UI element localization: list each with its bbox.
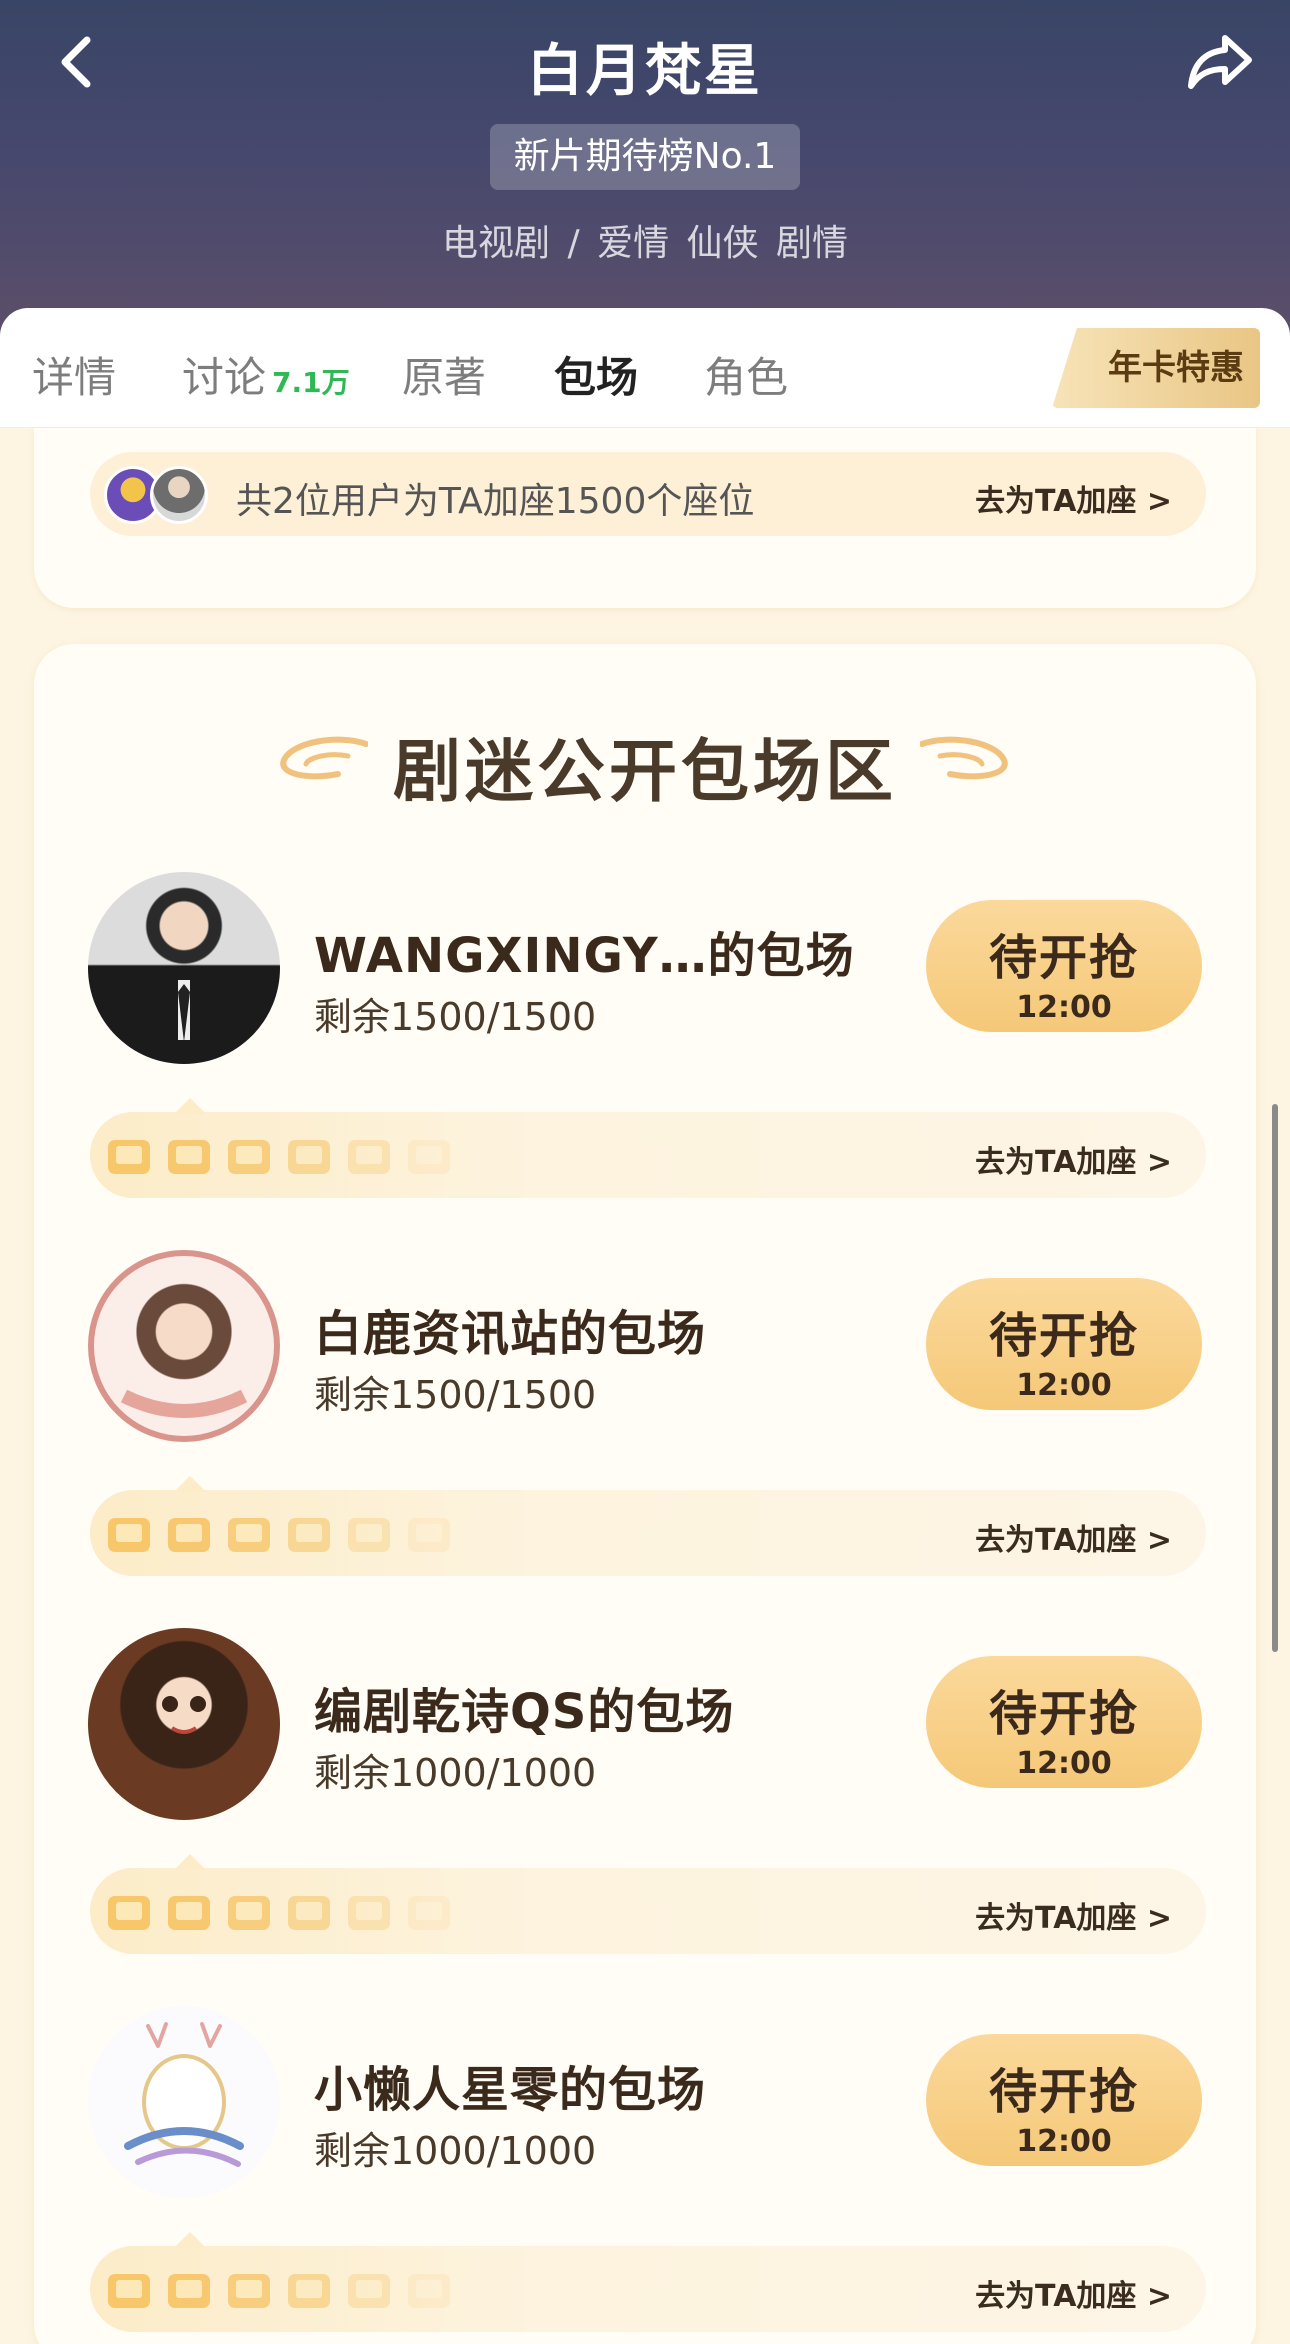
grab-button[interactable]: 待开抢 12:00 (926, 1278, 1202, 1410)
grab-button[interactable]: 待开抢 12:00 (926, 2034, 1202, 2166)
grab-button-time: 12:00 (1016, 1746, 1112, 1781)
avatar[interactable] (88, 1250, 280, 1442)
seat-icon (108, 1140, 150, 1174)
avatar[interactable] (88, 2006, 280, 2198)
seat-bar[interactable]: 去为TA加座 > (90, 1098, 1206, 1198)
seat-bar-pointer (174, 2232, 206, 2248)
seat-bar-pointer (174, 1476, 206, 1492)
booking-item: 编剧乾诗QS的包场 剩余1000/1000 待开抢 12:00 去为TA加座 > (0, 1628, 1290, 2008)
add-seat-link[interactable]: 去为TA加座 > (975, 1137, 1172, 1181)
seat-icon (228, 1896, 270, 1930)
seat-bar[interactable]: 去为TA加座 > (90, 2232, 1206, 2332)
tab-details[interactable]: 详情 (32, 344, 116, 405)
seat-icon (168, 2274, 210, 2308)
seat-icon (348, 2274, 390, 2308)
tab-bar: 详情 讨论 7.1万 原著 包场 角色 年卡特惠 (0, 308, 1290, 428)
swirl-right-decoration (920, 736, 1008, 780)
grab-button-time: 12:00 (1016, 1368, 1112, 1403)
seat-icon (408, 1896, 450, 1930)
booking-item: WANGXINGY…的包场 剩余1500/1500 待开抢 12:00 去为TA… (0, 872, 1290, 1252)
person-illustration (178, 980, 190, 1042)
grab-button-label: 待开抢 (988, 2064, 1139, 2120)
seat-icon (228, 1518, 270, 1552)
seat-icon (108, 1896, 150, 1930)
add-seat-link[interactable]: 去为TA加座 > (975, 2271, 1172, 2315)
grab-button[interactable]: 待开抢 12:00 (926, 900, 1202, 1032)
remaining-seats: 剩余1500/1500 (314, 1373, 597, 1417)
contributors-text: 共2位用户为TA加座1500个座位 (236, 481, 755, 522)
seat-icon (288, 1518, 330, 1552)
share-button[interactable] (1180, 24, 1260, 100)
seat-icon (168, 1896, 210, 1930)
seat-bar-pointer (174, 1854, 206, 1870)
avatar[interactable] (88, 1628, 280, 1820)
remaining-seats: 剩余1000/1000 (314, 1751, 597, 1795)
avatar-illustration (162, 1696, 206, 1734)
genre-text: 电视剧 / 爱情 仙侠 剧情 (442, 223, 848, 264)
tab-original[interactable]: 原著 (402, 344, 486, 405)
tab-booking[interactable]: 包场 (554, 344, 638, 405)
rank-badge[interactable]: 新片期待榜No.1 (490, 124, 800, 190)
grab-button[interactable]: 待开抢 12:00 (926, 1656, 1202, 1788)
grab-button-time: 12:00 (1016, 2124, 1112, 2159)
remaining-seats: 剩余1500/1500 (314, 995, 597, 1039)
seat-icon (228, 2274, 270, 2308)
remaining-seats: 剩余1000/1000 (314, 2129, 597, 2173)
booking-title: WANGXINGY…的包场 (314, 928, 855, 984)
seat-icon (288, 1896, 330, 1930)
page-title: 白月梵星 (527, 39, 763, 104)
contributors-bar[interactable]: 共2位用户为TA加座1500个座位 去为TA加座 > (90, 452, 1206, 536)
seat-icon (288, 1140, 330, 1174)
booking-item: 小懒人星零的包场 剩余1000/1000 待开抢 12:00 去为TA加座 > (0, 2006, 1290, 2344)
header: 白月梵星 新片期待榜No.1 电视剧 / 爱情 仙侠 剧情 (0, 0, 1290, 340)
booking-title: 编剧乾诗QS的包场 (314, 1684, 735, 1740)
section-title: 剧迷公开包场区 (392, 733, 897, 812)
grab-button-time: 12:00 (1016, 990, 1112, 1025)
grab-button-label: 待开抢 (988, 1686, 1139, 1742)
booking-title: 小懒人星零的包场 (314, 2062, 707, 2118)
discussion-count: 7.1万 (272, 366, 350, 399)
seat-icon (408, 2274, 450, 2308)
scrollbar[interactable] (1272, 1104, 1278, 1652)
deer-illustration (124, 2022, 244, 2167)
seat-icon (108, 2274, 150, 2308)
booking-item: 白鹿资讯站的包场 剩余1500/1500 待开抢 12:00 去为TA加座 > (0, 1250, 1290, 1630)
seat-icon (108, 1518, 150, 1552)
seat-icon (288, 2274, 330, 2308)
tab-discussion[interactable]: 讨论 7.1万 (182, 344, 350, 405)
avatar-illustration (120, 1389, 248, 1418)
seat-icon (228, 1140, 270, 1174)
avatar[interactable] (88, 872, 280, 1064)
seat-icon (348, 1140, 390, 1174)
seat-icon (348, 1518, 390, 1552)
seat-bar[interactable]: 去为TA加座 > (90, 1476, 1206, 1576)
contributor-avatar (150, 466, 208, 524)
seat-bar[interactable]: 去为TA加座 > (90, 1854, 1206, 1954)
grab-button-label: 待开抢 (988, 1308, 1139, 1364)
share-icon (1188, 35, 1252, 89)
seat-icon (348, 1896, 390, 1930)
grab-button-label: 待开抢 (988, 930, 1139, 986)
seat-icon (408, 1518, 450, 1552)
tab-roles[interactable]: 角色 (704, 344, 788, 405)
vip-promo-tab[interactable]: 年卡特惠 (1052, 328, 1260, 408)
add-seat-link[interactable]: 去为TA加座 > (975, 1515, 1172, 1559)
seat-icon (168, 1518, 210, 1552)
add-seat-link[interactable]: 去为TA加座 > (975, 1893, 1172, 1937)
seat-icon (408, 1140, 450, 1174)
seat-bar-pointer (174, 1098, 206, 1114)
booking-title: 白鹿资讯站的包场 (314, 1306, 707, 1362)
seat-icon (168, 1140, 210, 1174)
add-seat-link[interactable]: 去为TA加座 > (975, 476, 1172, 520)
tab-discussion-label: 讨论 (182, 353, 267, 402)
